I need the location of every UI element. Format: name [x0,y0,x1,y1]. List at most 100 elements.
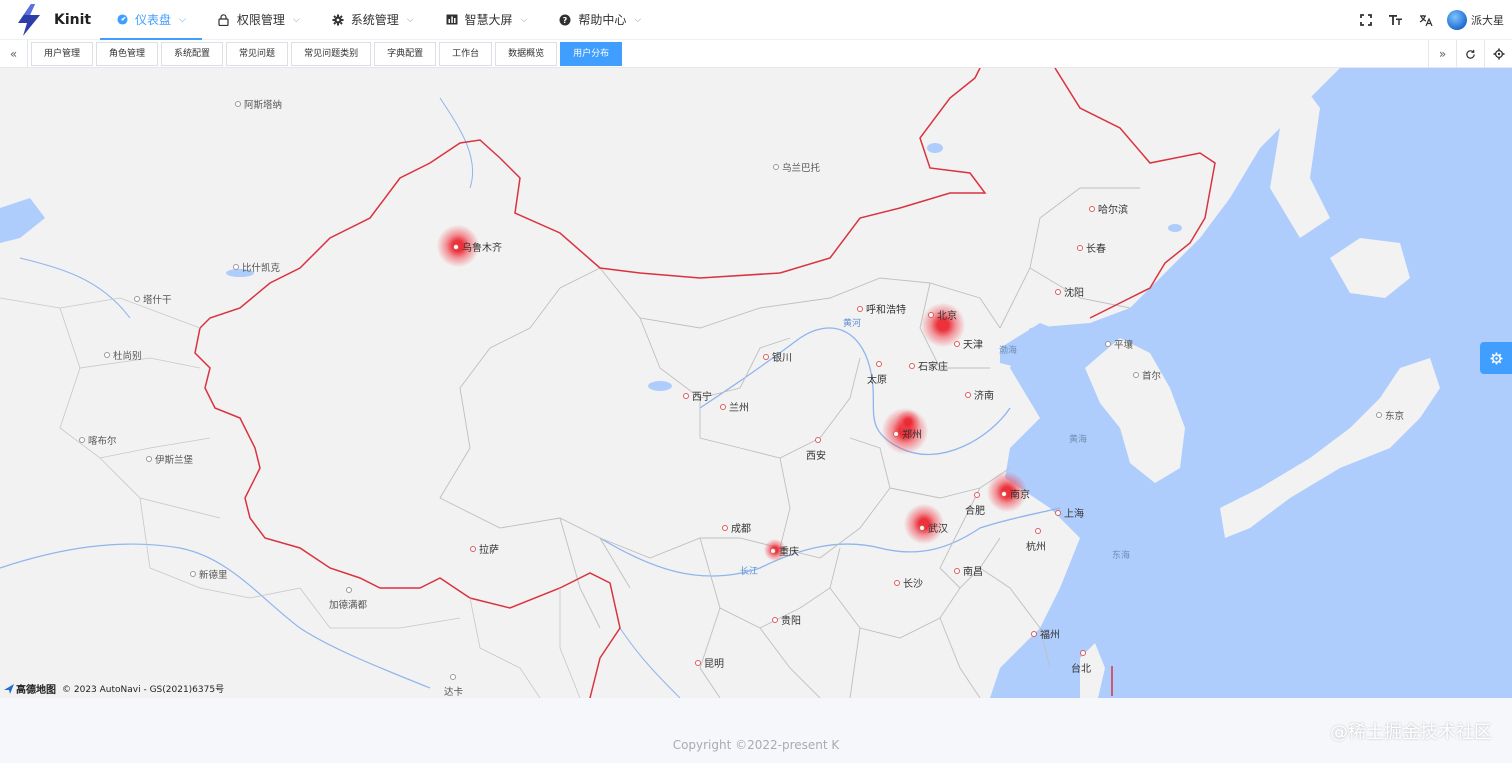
city-kathmandu[interactable]: 加德满都 [329,587,367,611]
tab-workbench[interactable]: 工作台 [439,41,493,66]
river-label-huanghe: 黄河 [843,319,862,329]
app-logo[interactable]: Kinit [0,0,100,40]
city-changchun[interactable]: 长春 [1077,240,1106,255]
language-button[interactable] [1411,0,1441,40]
city-dhaka[interactable]: 达卡 [444,674,463,698]
refresh-button[interactable] [1456,40,1484,68]
tab-system-config[interactable]: 系统配置 [161,41,224,66]
city-wulumuqi[interactable]: 乌鲁木齐 [453,239,502,254]
national-border-west [194,327,621,698]
city-shenyang[interactable]: 沈阳 [1055,284,1084,299]
city-astana[interactable]: 阿斯塔纳 [235,97,282,111]
city-fuzhou[interactable]: 福州 [1031,626,1060,641]
sea-label-bohai: 渤海 [999,346,1018,356]
city-huhehaote[interactable]: 呼和浩特 [857,301,906,316]
city-beijing[interactable]: 北京 [928,307,957,322]
city-lasa[interactable]: 拉萨 [470,541,499,556]
fullscreen-button[interactable] [1351,0,1381,40]
chevron-down-icon: ⌵ [634,14,642,25]
lightning-logo-icon [18,3,40,36]
city-kunming[interactable]: 昆明 [695,655,724,670]
tab-dictionary-config[interactable]: 字典配置 [374,41,437,66]
city-hangzhou[interactable]: 杭州 [1026,528,1046,553]
watermark: @稀土掘金技术社区 [1330,722,1492,743]
city-seoul[interactable]: 首尔 [1133,368,1161,382]
tab-role-management[interactable]: 角色管理 [96,41,159,66]
city-islamabad[interactable]: 伊斯兰堡 [146,452,193,466]
city-tashkent[interactable]: 塔什干 [134,292,172,306]
tags-view: « 用户管理 角色管理 系统配置 常见问题 常见问题类别 字典配置 工作台 数据… [0,39,1512,68]
main-menu: 仪表盘 ⌵ 权限管理 ⌵ 系统管理 ⌵ 智慧大屏 ⌵ ? 帮助中心 ⌵ [100,0,657,40]
city-chongqing[interactable]: 重庆 [770,543,799,558]
chart-icon [446,14,458,26]
user-menu[interactable]: 派大星 [1441,10,1512,30]
city-wuhan[interactable]: 武汉 [919,520,948,535]
font-size-button[interactable] [1381,0,1411,40]
city-xining[interactable]: 西宁 [683,388,712,403]
menu-dashboard[interactable]: 仪表盘 ⌵ [100,0,202,40]
footer: Copyright ©2022-present K [0,726,1512,763]
city-pyongyang[interactable]: 平壤 [1105,337,1133,351]
city-newdelhi[interactable]: 新德里 [190,567,228,581]
city-taibei[interactable]: 台北 [1071,650,1091,675]
city-chengdu[interactable]: 成都 [722,520,751,535]
language-icon [1419,14,1433,26]
city-yinchuan[interactable]: 银川 [763,349,792,364]
yangtze-river-line [599,507,1061,577]
sea-label-donghai: 东海 [1112,551,1131,561]
tab-faq[interactable]: 常见问题 [226,41,289,66]
tab-data-overview[interactable]: 数据概览 [495,41,558,66]
city-changsha[interactable]: 长沙 [894,575,923,590]
double-chevron-left-icon: « [9,46,18,61]
city-jinan[interactable]: 济南 [965,387,994,402]
menu-permissions[interactable]: 权限管理 ⌵ [202,0,316,40]
menu-bigscreen[interactable]: 智慧大屏 ⌵ [430,0,544,40]
city-ulaanbaatar[interactable]: 乌兰巴托 [773,160,820,174]
tab-user-distribution[interactable]: 用户分布 [560,41,623,66]
city-guiyang[interactable]: 贵阳 [772,612,801,627]
city-shijiazhuang[interactable]: 石家庄 [909,358,948,373]
tab-user-management[interactable]: 用户管理 [31,41,94,66]
city-zhengzhou[interactable]: 郑州 [893,426,922,441]
user-distribution-map[interactable]: 乌鲁木齐 北京 天津 郑州 南京 武汉 重庆 哈尔滨 长春 沈阳 呼和浩特 银川… [0,68,1512,698]
menu-system-label: 系统管理 [350,13,399,27]
amap-arrow-icon [4,683,14,694]
city-nanchang[interactable]: 南昌 [954,563,983,578]
city-bishkek[interactable]: 比什凯克 [233,260,280,274]
tabs-scroll-right-button[interactable]: » [1428,40,1456,68]
top-navbar: Kinit 仪表盘 ⌵ 权限管理 ⌵ 系统管理 ⌵ 智慧大屏 ⌵ ? 帮助中心 … [0,0,1512,40]
chevron-down-icon: ⌵ [292,14,300,25]
map-base [0,68,1512,698]
attribution-text: © 2023 AutoNavi - GS(2021)6375号 [62,685,225,695]
city-hefei[interactable]: 合肥 [965,492,985,517]
city-taiyuan[interactable]: 太原 [867,361,887,386]
tabs-scroll-left-button[interactable]: « [0,39,28,68]
city-tokyo[interactable]: 东京 [1376,408,1404,422]
river-label-changjiang: 长江 [740,567,759,577]
chevron-down-icon: ⌵ [179,14,186,25]
tab-faq-category[interactable]: 常见问题类别 [291,41,372,66]
menu-system[interactable]: 系统管理 ⌵ [316,0,430,40]
tab-settings-button[interactable] [1484,40,1512,68]
svg-text:?: ? [563,16,568,25]
city-kabul[interactable]: 喀布尔 [79,433,117,447]
header-tools: 派大星 [1351,0,1512,40]
menu-permissions-label: 权限管理 [236,13,285,27]
lake-balkhash [0,198,45,243]
gear-icon [332,14,344,26]
city-xian[interactable]: 西安 [806,437,826,462]
tab-list: 用户管理 角色管理 系统配置 常见问题 常见问题类别 字典配置 工作台 数据概览… [28,40,625,68]
avatar [1447,10,1467,30]
tab-actions: » [1428,40,1512,68]
city-shanghai[interactable]: 上海 [1055,505,1084,520]
amap-logo[interactable]: 高德地图 [4,681,56,696]
menu-bigscreen-label: 智慧大屏 [464,13,513,27]
map-attribution: 高德地图 © 2023 AutoNavi - GS(2021)6375号 [4,681,224,696]
city-lanzhou[interactable]: 兰州 [720,399,749,414]
city-nanjing[interactable]: 南京 [1001,486,1030,501]
city-haerbin[interactable]: 哈尔滨 [1089,201,1128,216]
menu-help[interactable]: ? 帮助中心 ⌵ [543,0,657,40]
settings-drawer-button[interactable] [1480,342,1512,374]
city-tianjin[interactable]: 天津 [954,336,983,351]
city-dushanbe[interactable]: 杜尚别 [104,348,142,362]
